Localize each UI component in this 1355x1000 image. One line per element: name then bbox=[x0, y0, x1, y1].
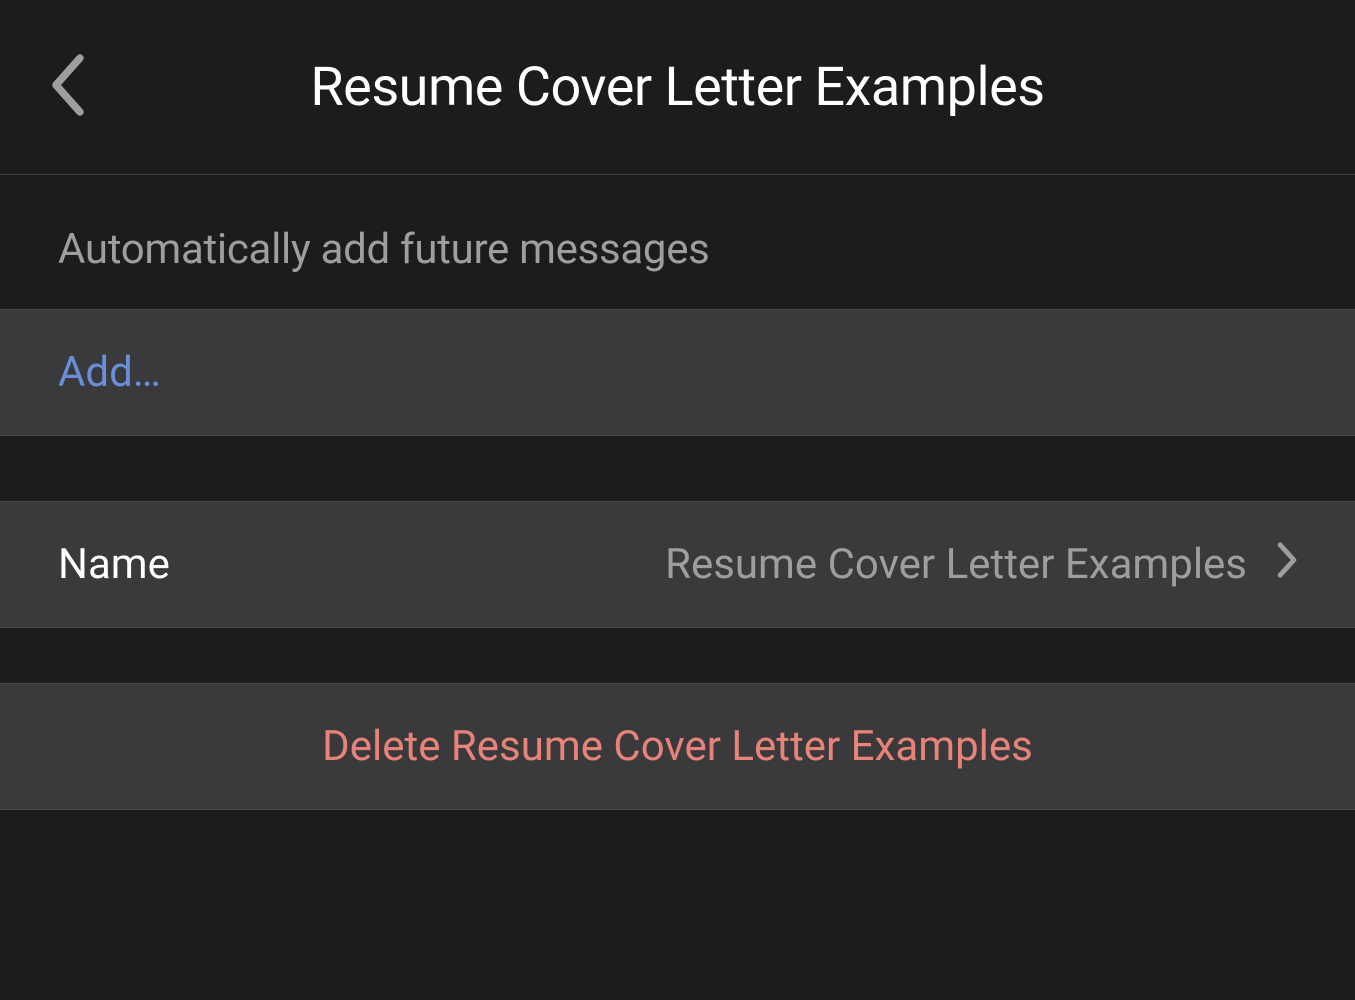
name-label: Name bbox=[58, 540, 170, 589]
chevron-right-icon bbox=[1277, 540, 1297, 589]
add-action-label: Add… bbox=[58, 348, 161, 397]
section-spacer bbox=[0, 436, 1355, 501]
back-button[interactable] bbox=[50, 50, 86, 124]
header-bar: Resume Cover Letter Examples bbox=[0, 0, 1355, 175]
name-value: Resume Cover Letter Examples bbox=[665, 540, 1247, 589]
delete-label: Delete Resume Cover Letter Examples bbox=[322, 722, 1033, 771]
chevron-left-icon bbox=[50, 50, 86, 124]
auto-add-section-header: Automatically add future messages bbox=[0, 175, 1355, 309]
name-row[interactable]: Name Resume Cover Letter Examples bbox=[0, 501, 1355, 628]
page-title: Resume Cover Letter Examples bbox=[50, 56, 1305, 119]
delete-button[interactable]: Delete Resume Cover Letter Examples bbox=[0, 683, 1355, 810]
add-row[interactable]: Add… bbox=[0, 309, 1355, 436]
section-spacer bbox=[0, 628, 1355, 683]
name-value-container: Resume Cover Letter Examples bbox=[665, 540, 1297, 589]
